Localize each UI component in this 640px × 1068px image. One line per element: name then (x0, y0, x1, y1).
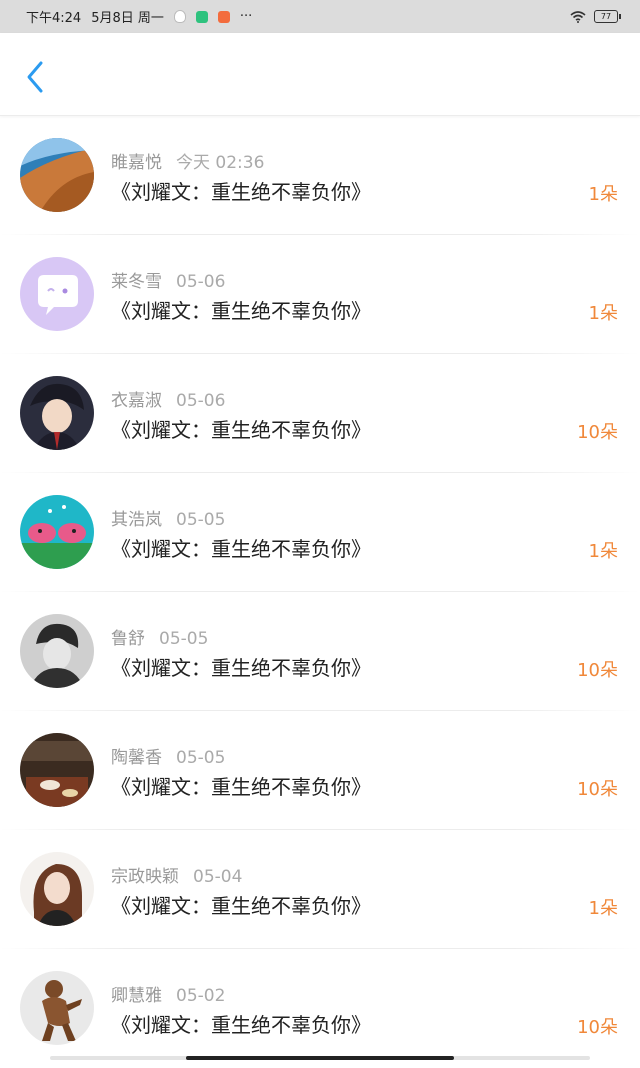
back-arrow-icon (27, 61, 43, 93)
flower-count: 10朵 (577, 660, 618, 681)
timestamp: 05-05 (176, 510, 226, 530)
user-name: 陶馨香 (111, 748, 162, 768)
qq-icon (173, 10, 186, 23)
status-more: ··· (239, 9, 253, 24)
avatar[interactable] (20, 733, 94, 807)
status-bar: 下午4:24 5月8日 周一 ··· 77 (0, 0, 640, 33)
avatar[interactable] (20, 257, 94, 331)
flower-count: 1朵 (588, 541, 618, 562)
home-indicator (50, 1056, 590, 1060)
timestamp: 05-06 (176, 272, 226, 292)
timestamp: 05-06 (176, 391, 226, 411)
list-item[interactable]: 卿慧雅 05-02 《刘耀文：重生绝不辜负你》 10朵 (0, 949, 640, 1068)
wifi-icon (570, 10, 586, 23)
flower-count: 10朵 (577, 1017, 618, 1038)
flower-count: 1朵 (588, 184, 618, 205)
avatar[interactable] (20, 495, 94, 569)
book-title: 《刘耀文：重生绝不辜负你》 (111, 180, 371, 204)
home-indicator-bar[interactable] (186, 1056, 454, 1060)
list-item[interactable]: 鲁舒 05-05 《刘耀文：重生绝不辜负你》 10朵 (0, 592, 640, 711)
mail-icon (217, 10, 230, 23)
avatar[interactable] (20, 138, 94, 212)
book-title: 《刘耀文：重生绝不辜负你》 (111, 537, 371, 561)
list-item[interactable]: 莱冬雪 05-06 《刘耀文：重生绝不辜负你》 1朵 (0, 235, 640, 354)
avatar[interactable] (20, 852, 94, 926)
timestamp: 05-04 (193, 867, 243, 887)
book-title: 《刘耀文：重生绝不辜负你》 (111, 775, 371, 799)
user-name: 宗政映颖 (111, 867, 179, 887)
user-line: 睢嘉悦 今天 02:36 (111, 148, 264, 173)
nav-bar (0, 33, 640, 116)
status-weekday: 周一 (137, 11, 164, 26)
status-time: 下午4:24 (26, 11, 82, 26)
book-title: 《刘耀文：重生绝不辜负你》 (111, 299, 371, 323)
book-title: 《刘耀文：重生绝不辜负你》 (111, 656, 371, 680)
list-item[interactable]: 其浩岚 05-05 《刘耀文：重生绝不辜负你》 1朵 (0, 473, 640, 592)
flower-count: 10朵 (577, 422, 618, 443)
avatar[interactable] (20, 376, 94, 450)
user-name: 鲁舒 (111, 629, 145, 649)
user-name: 衣嘉淑 (111, 391, 162, 411)
timestamp: 05-05 (176, 748, 226, 768)
gift-list: 睢嘉悦 今天 02:36 《刘耀文：重生绝不辜负你》 1朵 莱冬雪 05-06 《刘… (0, 116, 640, 1068)
book-title: 《刘耀文：重生绝不辜负你》 (111, 894, 371, 918)
timestamp: 05-02 (176, 986, 226, 1006)
avatar[interactable] (20, 971, 94, 1045)
user-line: 其浩岚 05-05 (111, 505, 225, 530)
user-line: 陶馨香 05-05 (111, 743, 225, 768)
flower-count: 1朵 (588, 303, 618, 324)
list-item[interactable]: 陶馨香 05-05 《刘耀文：重生绝不辜负你》 10朵 (0, 711, 640, 830)
list-item[interactable]: 宗政映颖 05-04 《刘耀文：重生绝不辜负你》 1朵 (0, 830, 640, 949)
battery-icon: 77 (594, 10, 621, 23)
user-name: 睢嘉悦 (111, 153, 162, 173)
user-line: 衣嘉淑 05-06 (111, 386, 225, 411)
shield-icon (195, 10, 208, 23)
list-item[interactable]: 睢嘉悦 今天 02:36 《刘耀文：重生绝不辜负你》 1朵 (0, 116, 640, 235)
book-title: 《刘耀文：重生绝不辜负你》 (111, 1013, 371, 1037)
flower-count: 10朵 (577, 779, 618, 800)
status-date: 5月8日 周一 (91, 7, 164, 26)
back-button[interactable] (18, 57, 54, 97)
user-line: 卿慧雅 05-02 (111, 981, 225, 1006)
user-line: 莱冬雪 05-06 (111, 267, 225, 292)
user-line: 宗政映颖 05-04 (111, 862, 242, 887)
user-name: 卿慧雅 (111, 986, 162, 1006)
user-name: 莱冬雪 (111, 272, 162, 292)
flower-count: 1朵 (588, 898, 618, 919)
user-name: 其浩岚 (111, 510, 162, 530)
timestamp: 今天 02:36 (176, 153, 265, 173)
status-right: 77 (570, 10, 621, 23)
book-title: 《刘耀文：重生绝不辜负你》 (111, 418, 371, 442)
list-item[interactable]: 衣嘉淑 05-06 《刘耀文：重生绝不辜负你》 10朵 (0, 354, 640, 473)
avatar[interactable] (20, 614, 94, 688)
user-line: 鲁舒 05-05 (111, 624, 208, 649)
status-date-text: 5月8日 (91, 11, 134, 26)
status-left: 下午4:24 5月8日 周一 ··· (26, 7, 252, 26)
timestamp: 05-05 (159, 629, 209, 649)
